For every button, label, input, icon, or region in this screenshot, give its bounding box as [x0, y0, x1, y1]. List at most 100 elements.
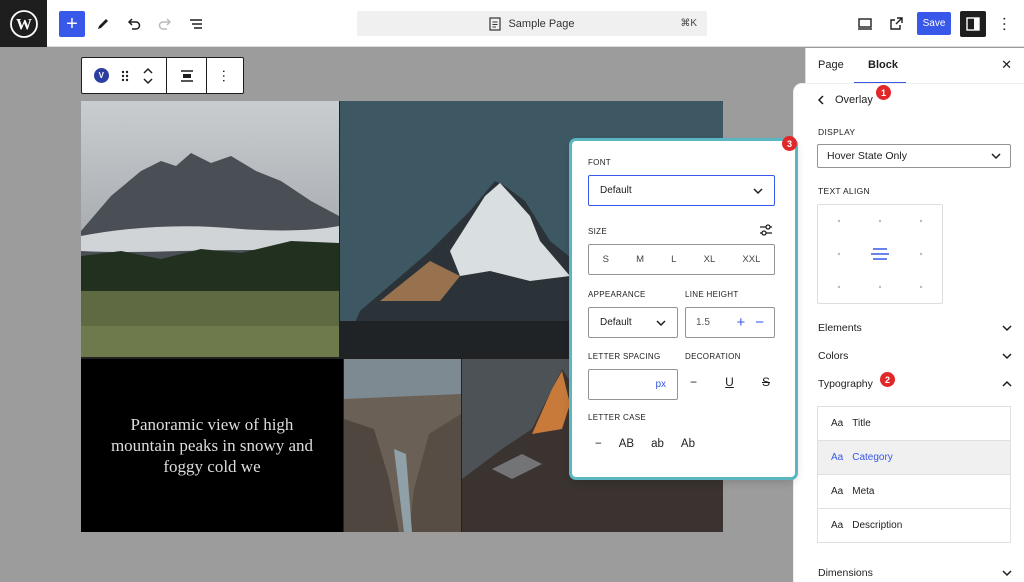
overlay-settings-panel: Overlay DISPLAY Hover State Only TEXT AL… [794, 84, 1024, 582]
wordpress-logo[interactable]: W [0, 0, 47, 47]
callout-badge-1: 1 [876, 85, 891, 100]
size-option-l[interactable]: L [671, 254, 676, 265]
add-block-button[interactable]: + [59, 11, 85, 37]
typography-aa: Aa [831, 418, 844, 429]
font-label: FONT [588, 158, 611, 167]
size-option-xxl[interactable]: XXL [742, 254, 760, 265]
more-options-button[interactable]: ··· [207, 58, 243, 93]
caption-text: Panoramic view of high mountain peaks in… [110, 415, 314, 476]
custom-size-icon[interactable] [759, 223, 773, 237]
elements-label: Elements [818, 322, 862, 334]
typography-list: Aa Title Aa Category Aa Meta Aa Descript… [817, 406, 1011, 543]
line-height-value[interactable]: 1.5 [696, 317, 710, 328]
undo-icon [127, 18, 141, 30]
letter-spacing-label: LETTER SPACING [588, 352, 661, 361]
command-palette[interactable]: Sample Page ⌘K [357, 11, 707, 36]
tab-block[interactable]: Block [868, 59, 898, 71]
size-option-xl[interactable]: XL [704, 254, 716, 265]
font-value: Default [600, 185, 632, 196]
pen-icon [98, 19, 108, 29]
move-up-down-icon[interactable] [142, 66, 154, 86]
elements-section[interactable]: Elements [818, 322, 1012, 334]
redo-button[interactable] [152, 11, 178, 37]
capitalize-option[interactable]: Ab [681, 438, 695, 450]
typography-aa: Aa [831, 452, 844, 463]
typography-label: Typography [818, 378, 873, 390]
typography-item-label: Meta [852, 486, 875, 497]
typography-item-label: Title [852, 418, 871, 429]
uppercase-option[interactable]: AB [619, 438, 634, 450]
decoration-none-icon[interactable]: − [690, 375, 697, 389]
typography-aa: Aa [831, 520, 844, 531]
colors-section[interactable]: Colors [818, 350, 1012, 362]
typography-item-description[interactable]: Aa Description [818, 509, 1010, 543]
minus-icon[interactable]: − [755, 314, 764, 331]
external-icon [890, 17, 903, 30]
chevron-down-icon [1002, 353, 1012, 360]
options-button[interactable]: ··· [991, 11, 1017, 37]
size-option-m[interactable]: M [636, 254, 644, 265]
letter-spacing-input[interactable]: px [588, 369, 678, 400]
page-icon [489, 16, 502, 31]
callout-badge-3: 3 [782, 136, 797, 151]
close-sidebar-button[interactable]: ✕ [1001, 57, 1012, 73]
dimensions-section[interactable]: Dimensions [818, 567, 1012, 579]
gallery-image-canyon[interactable] [344, 359, 461, 532]
desktop-icon [858, 18, 872, 30]
strikethrough-icon[interactable]: S [762, 375, 770, 389]
decoration-label: DECORATION [685, 352, 741, 361]
letter-spacing-unit[interactable]: px [655, 379, 666, 390]
display-label: DISPLAY [818, 127, 856, 137]
block-type-icon[interactable]: V [93, 68, 109, 83]
document-overview-button[interactable] [183, 11, 209, 37]
align-button[interactable] [167, 58, 207, 93]
view-button[interactable] [852, 11, 878, 37]
typography-section[interactable]: Typography [818, 378, 1012, 390]
sidebar-tabs: Page Block ✕ [806, 48, 1024, 84]
size-option-s[interactable]: S [603, 254, 609, 265]
chevron-up-icon [1002, 380, 1012, 387]
typography-popover: FONT Default SIZE S M L XL XXL APPEARANC… [572, 141, 795, 477]
undo-button[interactable] [121, 11, 147, 37]
drag-handle-icon[interactable] [120, 69, 130, 83]
tab-page[interactable]: Page [818, 59, 844, 71]
typography-item-label: Description [852, 520, 903, 531]
letter-case-label: LETTER CASE [588, 413, 646, 422]
case-none-icon[interactable]: − [595, 438, 602, 450]
callout-badge-2: 2 [880, 372, 895, 387]
lowercase-option[interactable]: ab [651, 438, 664, 450]
underline-icon[interactable]: U [725, 375, 734, 389]
view-page-button[interactable] [883, 11, 909, 37]
text-align-matrix[interactable] [817, 204, 943, 304]
typography-item-label: Category [852, 452, 893, 463]
list-view-icon [190, 19, 202, 29]
plus-icon[interactable]: + [736, 314, 745, 331]
text-align-label: TEXT ALIGN [818, 186, 870, 196]
save-button[interactable]: Save [917, 12, 951, 35]
editor-header: W + Sample Page ⌘K Save ··· [0, 0, 1024, 47]
svg-text:W: W [16, 16, 32, 33]
typography-aa: Aa [831, 486, 844, 497]
command-title: Sample Page [508, 17, 575, 30]
tools-button[interactable] [90, 11, 116, 37]
sidebar-icon [966, 17, 980, 31]
command-shortcut: ⌘K [680, 18, 697, 29]
display-value: Hover State Only [827, 150, 907, 162]
typography-item-title[interactable]: Aa Title [818, 407, 1010, 441]
appearance-label: APPEARANCE [588, 290, 646, 299]
font-select[interactable]: Default [588, 175, 775, 206]
colors-label: Colors [818, 350, 849, 362]
typography-item-category[interactable]: Aa Category [818, 441, 1010, 475]
typography-item-meta[interactable]: Aa Meta [818, 475, 1010, 509]
display-select[interactable]: Hover State Only [817, 144, 1011, 168]
gallery-image-foggy-mountains[interactable] [81, 101, 339, 357]
back-button[interactable]: Overlay [816, 94, 873, 106]
letter-case-options: − AB ab Ab [595, 438, 695, 450]
chevron-down-icon [991, 153, 1001, 160]
dimensions-label: Dimensions [818, 567, 873, 579]
redo-icon [158, 18, 172, 30]
settings-button[interactable] [960, 11, 986, 37]
size-label: SIZE [588, 227, 607, 236]
appearance-select[interactable]: Default [588, 307, 678, 338]
chevron-down-icon [1002, 570, 1012, 577]
